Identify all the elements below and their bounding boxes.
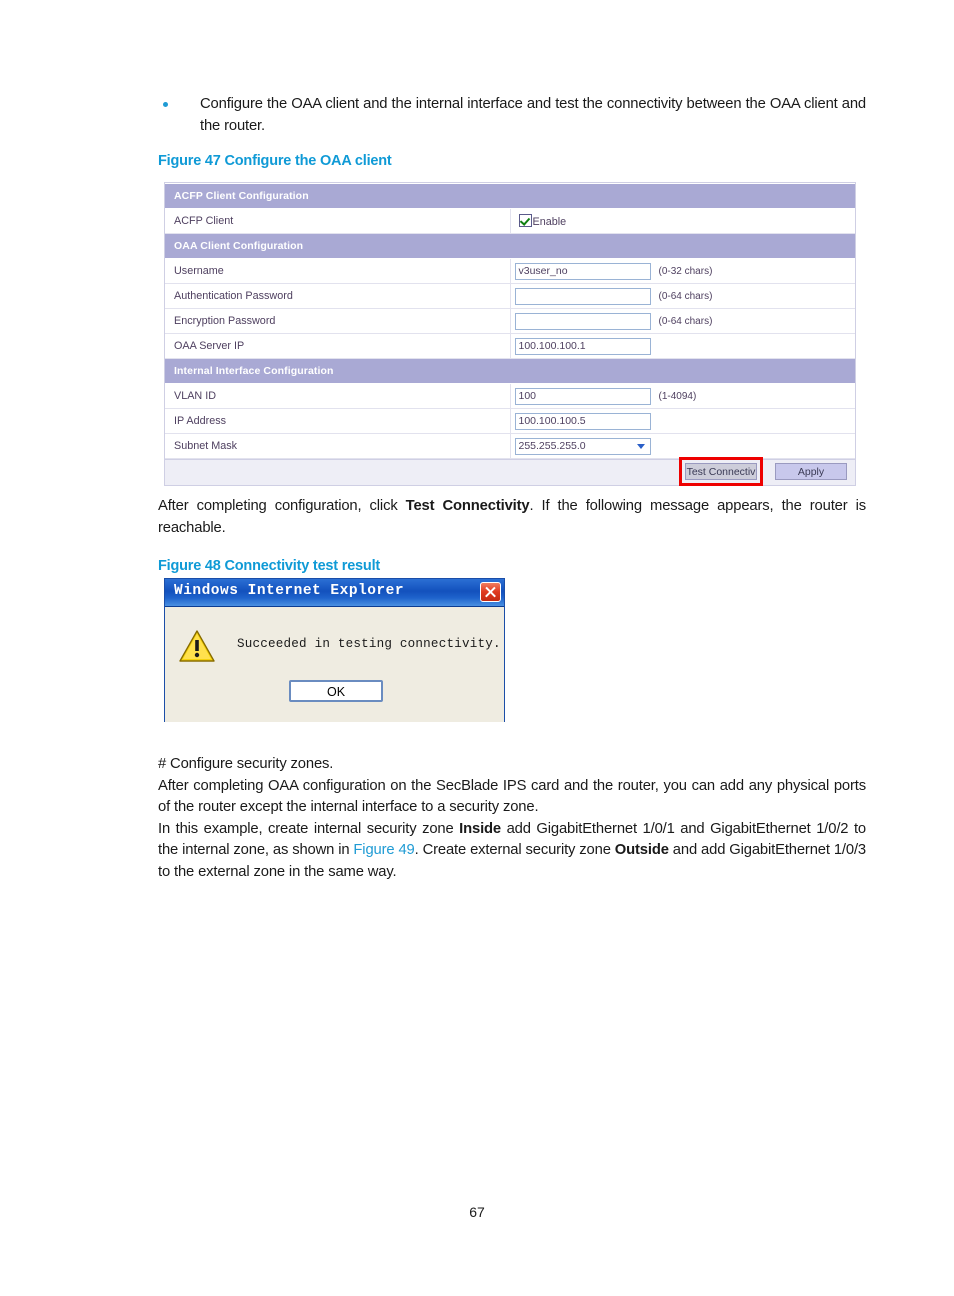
enc-password-hint: (0-64 chars) xyxy=(658,315,713,327)
subnet-mask-value-cell: 255.255.255.0 xyxy=(510,433,855,459)
warning-triangle-icon xyxy=(179,630,215,662)
oaa-server-ip-input[interactable]: 100.100.100.1 xyxy=(514,337,651,355)
figure-47-caption: Figure 47 Configure the OAA client xyxy=(158,153,392,169)
section-header-acfp-label: ACFP Client Configuration xyxy=(165,183,855,209)
auth-password-value-cell: (0-64 chars) xyxy=(510,283,855,309)
section-header-acfp: ACFP Client Configuration xyxy=(165,183,855,209)
p4-bold-outside: Outside xyxy=(614,842,669,858)
p1-bold1: Test Connectivity xyxy=(405,498,530,514)
form-button-row: Test Connectiv Apply xyxy=(165,457,855,486)
username-hint: (0-32 chars) xyxy=(658,265,713,277)
p4-part3: . Create external security zone xyxy=(414,842,615,858)
table-row-subnet-mask: Subnet Mask 255.255.255.0 xyxy=(165,433,855,459)
test-connectivity-button[interactable]: Test Connectiv xyxy=(685,463,757,480)
subnet-mask-selected-value: 255.255.255.0 xyxy=(518,439,586,452)
enc-password-input[interactable] xyxy=(514,312,651,330)
auth-password-hint: (0-64 chars) xyxy=(658,290,713,302)
oaa-server-ip-value-cell: 100.100.100.1 xyxy=(510,333,855,359)
p4-bold-inside: Inside xyxy=(459,820,501,837)
table-row-ip-address: IP Address 100.100.100.5 xyxy=(165,408,855,434)
configure-security-zones-heading: # Configure security zones. xyxy=(158,756,334,772)
vlan-id-input[interactable]: 100 xyxy=(514,387,651,405)
table-row-username: Username v3user_no (0-32 chars) xyxy=(165,258,855,284)
table-row-acfp-client: ACFP Client Enable xyxy=(165,208,855,234)
figure-48-caption: Figure 48 Connectivity test result xyxy=(158,558,381,574)
bullet-text: Configure the OAA client and the interna… xyxy=(200,96,866,134)
ip-address-value-cell: 100.100.100.5 xyxy=(510,408,855,434)
auth-password-input[interactable] xyxy=(514,287,651,305)
vlan-id-value-cell: 100 (1-4094) xyxy=(510,383,855,409)
acfp-client-label: ACFP Client xyxy=(165,208,511,234)
p4-part1: In this example, create internal securit… xyxy=(158,820,460,837)
table-row-oaa-server-ip: OAA Server IP 100.100.100.1 xyxy=(165,333,855,359)
bullet-list-item: Configure the OAA client and the interna… xyxy=(158,94,866,137)
configuration-table: ACFP Client Configuration ACFP Client En… xyxy=(165,183,855,459)
figure-49-link[interactable]: Figure 49 xyxy=(353,842,414,858)
section-header-internal-interface: Internal Interface Configuration xyxy=(165,358,855,384)
section-header-internal-interface-label: Internal Interface Configuration xyxy=(165,358,855,384)
dialog-body: Succeeded in testing connectivity. OK xyxy=(165,607,504,722)
page-content: Configure the OAA client and the interna… xyxy=(158,94,866,177)
username-value-cell: v3user_no (0-32 chars) xyxy=(510,258,855,284)
oaa-configuration-paragraph: After completing OAA configuration on th… xyxy=(158,777,866,816)
enc-password-value-cell: (0-64 chars) xyxy=(510,308,855,334)
username-label: Username xyxy=(165,258,511,284)
dialog-title-bar[interactable]: Windows Internet Explorer xyxy=(165,579,504,607)
bullet-dot-icon xyxy=(163,102,168,107)
chevron-down-icon[interactable] xyxy=(633,439,649,453)
ip-address-input[interactable]: 100.100.100.5 xyxy=(514,412,651,430)
test-connectivity-paragraph: After completing configuration, click Te… xyxy=(158,496,866,539)
document-page: Configure the OAA client and the interna… xyxy=(0,0,954,1296)
page-number: 67 xyxy=(469,1204,485,1220)
subnet-mask-select[interactable]: 255.255.255.0 xyxy=(514,437,651,455)
ok-button[interactable]: OK xyxy=(289,680,383,702)
internet-explorer-dialog: Windows Internet Explorer Succeeded in t… xyxy=(164,578,505,722)
vlan-id-label: VLAN ID xyxy=(165,383,511,409)
dialog-message-text: Succeeded in testing connectivity. xyxy=(237,637,501,651)
security-zone-example-paragraph: In this example, create internal securit… xyxy=(158,819,866,884)
dialog-title-text: Windows Internet Explorer xyxy=(174,583,405,599)
username-input[interactable]: v3user_no xyxy=(514,262,651,280)
section-header-oaa-label: OAA Client Configuration xyxy=(165,233,855,259)
table-row-auth-password: Authentication Password (0-64 chars) xyxy=(165,283,855,309)
paragraph-after-figure-47: After completing configuration, click Te… xyxy=(158,496,866,582)
enc-password-label: Encryption Password xyxy=(165,308,511,334)
auth-password-label: Authentication Password xyxy=(165,283,511,309)
section-header-oaa: OAA Client Configuration xyxy=(165,233,855,259)
acfp-client-checkbox[interactable] xyxy=(518,213,532,227)
acfp-client-value-cell: Enable xyxy=(510,208,855,234)
ip-address-label: IP Address xyxy=(165,408,511,434)
trailing-paragraphs: # Configure security zones. After comple… xyxy=(158,754,866,883)
apply-button[interactable]: Apply xyxy=(775,463,847,480)
oaa-server-ip-label: OAA Server IP xyxy=(165,333,511,359)
subnet-mask-label: Subnet Mask xyxy=(165,433,511,459)
acfp-oaa-configuration-panel: ACFP Client Configuration ACFP Client En… xyxy=(164,182,856,486)
close-icon[interactable] xyxy=(480,582,501,602)
vlan-id-hint: (1-4094) xyxy=(658,390,697,402)
table-row-enc-password: Encryption Password (0-64 chars) xyxy=(165,308,855,334)
table-row-vlan-id: VLAN ID 100 (1-4094) xyxy=(165,383,855,409)
acfp-client-checkbox-label: Enable xyxy=(532,216,567,229)
p1-part1: After completing configuration, click xyxy=(158,498,406,514)
